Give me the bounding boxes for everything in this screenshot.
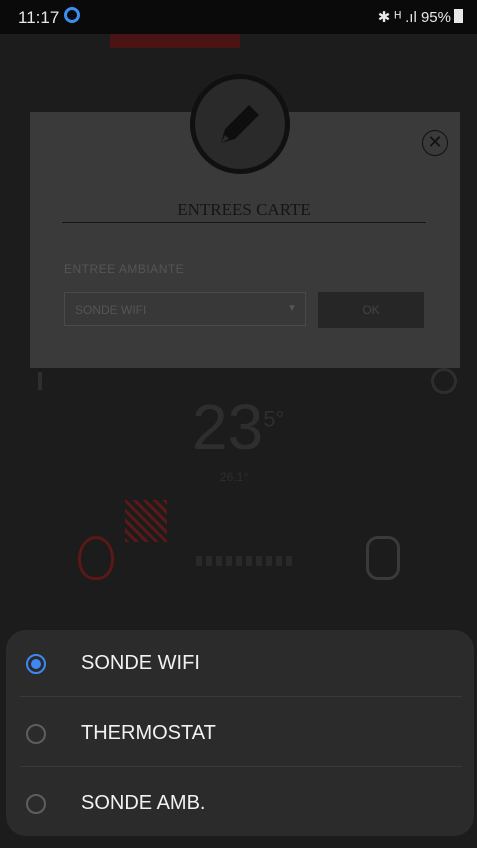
hand-icon bbox=[366, 536, 400, 580]
ok-button[interactable]: OK bbox=[318, 292, 424, 328]
ambient-input-label: ENTREE AMBIANTE bbox=[64, 262, 185, 276]
option-label: THERMOSTAT bbox=[81, 722, 216, 744]
dialog-title: ENTREES CARTE bbox=[177, 200, 311, 219]
radio-checked-icon[interactable] bbox=[26, 654, 46, 674]
status-time: 11:17 bbox=[18, 8, 60, 27]
select-value: SONDE WIFI bbox=[75, 303, 147, 317]
heat-stripes-icon bbox=[125, 500, 167, 542]
edit-badge bbox=[190, 74, 290, 174]
moon-icon bbox=[431, 368, 457, 394]
option-label: SONDE AMB. bbox=[81, 792, 206, 814]
option-label: SONDE WIFI bbox=[81, 652, 200, 674]
battery-icon bbox=[454, 9, 463, 23]
sync-icon bbox=[64, 7, 80, 23]
status-bar: 11:17 ✱ ᴴ .ıl 95% bbox=[0, 0, 477, 34]
chevron-down-icon: ▼ bbox=[287, 303, 297, 314]
sub-temperature: 26.1° bbox=[220, 470, 249, 484]
bars-icon bbox=[38, 372, 70, 390]
option-thermostat[interactable]: THERMOSTAT bbox=[6, 700, 474, 766]
divider bbox=[62, 222, 426, 223]
radio-unchecked-icon[interactable] bbox=[26, 724, 46, 744]
brand-logo bbox=[110, 34, 240, 48]
divider bbox=[20, 696, 462, 697]
battery-percent: 95% bbox=[420, 9, 451, 26]
option-sonde-wifi[interactable]: SONDE WIFI bbox=[6, 630, 474, 696]
pencil-icon bbox=[221, 105, 259, 143]
divider bbox=[20, 766, 462, 767]
flame-icon bbox=[78, 536, 114, 580]
status-dots bbox=[196, 556, 296, 566]
signal-icon: ✱ ᴴ .ıl bbox=[377, 9, 417, 26]
option-sonde-amb[interactable]: SONDE AMB. bbox=[6, 770, 474, 836]
options-bottom-sheet: SONDE WIFI THERMOSTAT SONDE AMB. bbox=[6, 630, 474, 836]
ambient-input-select[interactable]: SONDE WIFI ▼ bbox=[64, 292, 306, 326]
temperature-display: 235° bbox=[192, 390, 284, 464]
status-right: ✱ ᴴ .ıl 95% bbox=[378, 8, 463, 26]
close-icon[interactable]: ✕ bbox=[422, 130, 448, 156]
radio-unchecked-icon[interactable] bbox=[26, 794, 46, 814]
temperature-value: 23 bbox=[192, 391, 264, 463]
temperature-decimal: 5° bbox=[263, 406, 285, 432]
